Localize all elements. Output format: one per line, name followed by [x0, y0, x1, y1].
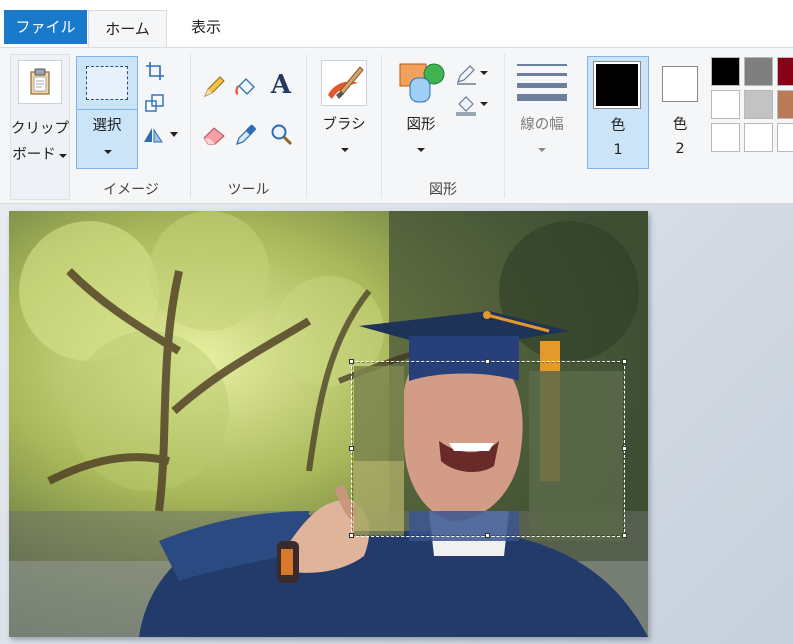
selection-handle[interactable]	[622, 533, 627, 538]
resize-icon[interactable]	[144, 92, 166, 114]
palette-swatch-black[interactable]	[711, 57, 740, 86]
magnifier-icon[interactable]	[269, 122, 295, 148]
color2-number: 2	[675, 141, 685, 157]
brushes-label: ブラシ	[322, 117, 366, 133]
image-group: 選択 イメージ	[72, 48, 190, 203]
tab-home[interactable]: ホーム	[88, 10, 167, 48]
color1-label: 色	[610, 118, 626, 134]
palette-swatch-custom[interactable]	[744, 123, 773, 152]
clipboard-icon	[18, 60, 62, 104]
size-button[interactable]: 線の幅	[509, 56, 577, 168]
eraser-icon[interactable]	[201, 122, 227, 148]
select-rectangle-icon	[86, 66, 128, 100]
color-palette	[711, 57, 793, 157]
shapes-group: 図形 図形	[382, 48, 504, 203]
color2-swatch	[662, 66, 698, 102]
clipboard-label-1: クリップ	[11, 121, 69, 137]
clipboard-chevron-down-icon	[59, 154, 67, 158]
color1-button[interactable]: 色 1	[587, 56, 649, 169]
canvas-area	[0, 204, 793, 644]
shapes-icon	[396, 60, 446, 106]
palette-swatch-light-gray[interactable]	[744, 90, 773, 119]
fill-icon[interactable]	[454, 92, 494, 118]
selection-handle[interactable]	[485, 359, 490, 364]
color1-number: 1	[613, 142, 623, 158]
select-label: 選択	[92, 118, 122, 134]
image-group-label: イメージ	[103, 182, 159, 198]
selection-handle[interactable]	[349, 446, 354, 451]
palette-swatch-gray[interactable]	[744, 57, 773, 86]
clipboard-label-2: ボード	[12, 147, 56, 163]
select-button[interactable]: 選択	[76, 56, 138, 169]
select-chevron-down-icon	[104, 150, 112, 154]
palette-swatch-custom[interactable]	[777, 123, 793, 152]
canvas-image[interactable]	[9, 211, 648, 637]
tab-file[interactable]: ファイル	[4, 10, 87, 44]
color1-swatch	[593, 61, 641, 109]
size-chevron-down-icon	[538, 148, 546, 152]
brushes-group: ブラシ	[307, 48, 381, 203]
brush-icon	[321, 60, 367, 106]
selection-handle[interactable]	[349, 533, 354, 538]
palette-swatch-brown[interactable]	[777, 90, 793, 119]
outline-icon[interactable]	[454, 62, 494, 86]
color2-button[interactable]: 色 2	[652, 56, 708, 169]
tools-group: A ツール	[191, 48, 306, 203]
brushes-chevron-down-icon	[341, 148, 349, 152]
pencil-icon[interactable]	[201, 74, 227, 100]
tools-group-label: ツール	[227, 182, 270, 198]
shapes-chevron-down-icon	[417, 148, 425, 152]
color2-label: 色	[672, 117, 688, 133]
color-picker-icon[interactable]	[233, 122, 259, 148]
selection-handle[interactable]	[622, 359, 627, 364]
tab-view[interactable]: 表示	[168, 10, 244, 44]
size-label: 線の幅	[520, 117, 564, 133]
selection-rectangle[interactable]	[351, 361, 625, 537]
palette-swatch-custom[interactable]	[711, 123, 740, 152]
selection-handle[interactable]	[485, 533, 490, 538]
shapes-button[interactable]: 図形	[390, 56, 452, 168]
fill-bucket-icon[interactable]	[233, 74, 259, 100]
shapes-group-label: 図形	[429, 182, 457, 198]
text-icon[interactable]: A	[267, 70, 295, 100]
ribbon: クリップ ボード 選択 イメージ A ツール ブラシ 図形 図形 線の幅 色 1…	[0, 47, 793, 204]
clipboard-button[interactable]: クリップ ボード	[10, 54, 70, 200]
line-width-icon	[517, 60, 567, 104]
brushes-button[interactable]: ブラシ	[311, 56, 377, 168]
crop-icon[interactable]	[144, 60, 166, 82]
ribbon-tab-bar: ファイル ホーム 表示	[0, 0, 793, 48]
selection-handle[interactable]	[349, 359, 354, 364]
shapes-label: 図形	[406, 117, 436, 133]
clipboard-group: クリップ ボード	[8, 48, 72, 203]
selection-handle[interactable]	[622, 446, 627, 451]
palette-swatch-white[interactable]	[711, 90, 740, 119]
palette-swatch-dark-red[interactable]	[777, 57, 793, 86]
rotate-icon[interactable]	[140, 122, 180, 146]
size-group: 線の幅	[505, 48, 581, 203]
